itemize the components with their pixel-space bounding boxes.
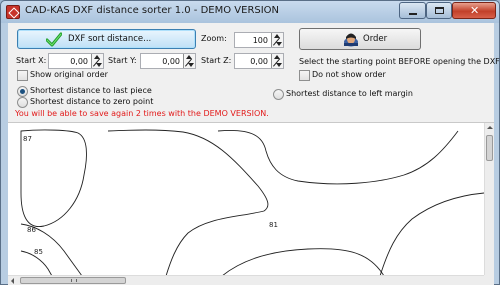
radio-last-piece-label[interactable]: Shortest distance to last piece [30, 86, 152, 95]
start-x-spin-arrows[interactable] [91, 54, 103, 68]
maximize-icon [435, 7, 444, 14]
order-button[interactable]: Order [299, 28, 421, 50]
show-original-order-label[interactable]: Show original order [30, 70, 108, 79]
piece-label-85: 85 [34, 248, 43, 256]
start-z-spin-arrows[interactable] [271, 54, 283, 68]
user-icon [344, 33, 358, 47]
start-z-stepper[interactable] [234, 53, 284, 69]
piece-outline-87 [20, 129, 87, 227]
start-z-label: Start Z: [201, 56, 232, 65]
radio-left-margin-label[interactable]: Shortest distance to left margin [286, 89, 413, 98]
piece-outline-bottom [221, 248, 385, 276]
minimize-button[interactable] [399, 2, 426, 19]
do-not-show-order-label[interactable]: Do not show order [312, 70, 386, 79]
demo-limit-warning: You will be able to save again 2 times w… [15, 109, 269, 118]
green-check-icon [46, 32, 62, 47]
close-icon: ✕ [470, 4, 480, 17]
radio-zero-point-label[interactable]: Shortest distance to zero point [30, 97, 153, 106]
horizontal-scroll-thumb[interactable] [20, 277, 126, 284]
dxf-drawing[interactable]: 87 86 85 81 [8, 123, 484, 276]
main-panel: DXF sort distance... Zoom: Order Start X… [8, 23, 500, 285]
drawing-canvas[interactable]: 87 86 85 81 [8, 122, 494, 285]
start-z-input[interactable] [236, 55, 270, 67]
instruction-text: Select the starting point BEFORE opening… [299, 57, 500, 66]
start-y-spin-arrows[interactable] [183, 54, 195, 68]
vertical-scroll-thumb[interactable] [486, 135, 493, 161]
piece-outline-top-right [217, 129, 459, 185]
application-window: CAD-KAS DXF distance sorter 1.0 - DEMO V… [0, 0, 500, 285]
piece-label-86: 86 [27, 226, 36, 234]
grip-icon [71, 279, 77, 282]
do-not-show-order-checkbox[interactable] [299, 70, 310, 81]
piece-label-81: 81 [269, 221, 278, 229]
zoom-stepper[interactable] [234, 32, 284, 48]
title-bar[interactable]: CAD-KAS DXF distance sorter 1.0 - DEMO V… [1, 1, 499, 23]
zoom-label: Zoom: [201, 34, 227, 43]
start-x-input[interactable] [50, 55, 90, 67]
minimize-icon [409, 13, 417, 15]
start-y-stepper[interactable] [140, 53, 196, 69]
radio-last-piece[interactable] [17, 86, 28, 97]
scroll-left-icon[interactable] [11, 278, 14, 284]
start-x-stepper[interactable] [48, 53, 104, 69]
radio-left-margin[interactable] [273, 89, 284, 100]
show-original-order-checkbox[interactable] [17, 70, 28, 81]
order-button-label: Order [363, 34, 388, 44]
window-title: CAD-KAS DXF distance sorter 1.0 - DEMO V… [25, 5, 280, 16]
piece-label-87: 87 [23, 135, 32, 143]
dxf-sort-distance-label: DXF sort distance... [68, 34, 152, 44]
maximize-button[interactable] [426, 2, 452, 19]
app-icon[interactable] [6, 5, 20, 19]
scroll-up-icon[interactable] [487, 126, 493, 129]
dxf-sort-distance-button[interactable]: DXF sort distance... [17, 29, 196, 49]
piece-outline-81 [107, 129, 269, 276]
start-y-label: Start Y: [108, 56, 137, 65]
horizontal-scrollbar[interactable] [8, 275, 484, 285]
start-x-label: Start X: [16, 56, 47, 65]
scrollbar-corner [484, 275, 494, 285]
radio-zero-point[interactable] [17, 97, 28, 108]
zoom-input[interactable] [236, 34, 270, 46]
zoom-spin-arrows[interactable] [271, 33, 283, 47]
vertical-scrollbar[interactable] [484, 123, 494, 276]
close-button[interactable]: ✕ [452, 2, 496, 19]
start-y-input[interactable] [142, 55, 182, 67]
piece-outline-right [379, 192, 484, 276]
